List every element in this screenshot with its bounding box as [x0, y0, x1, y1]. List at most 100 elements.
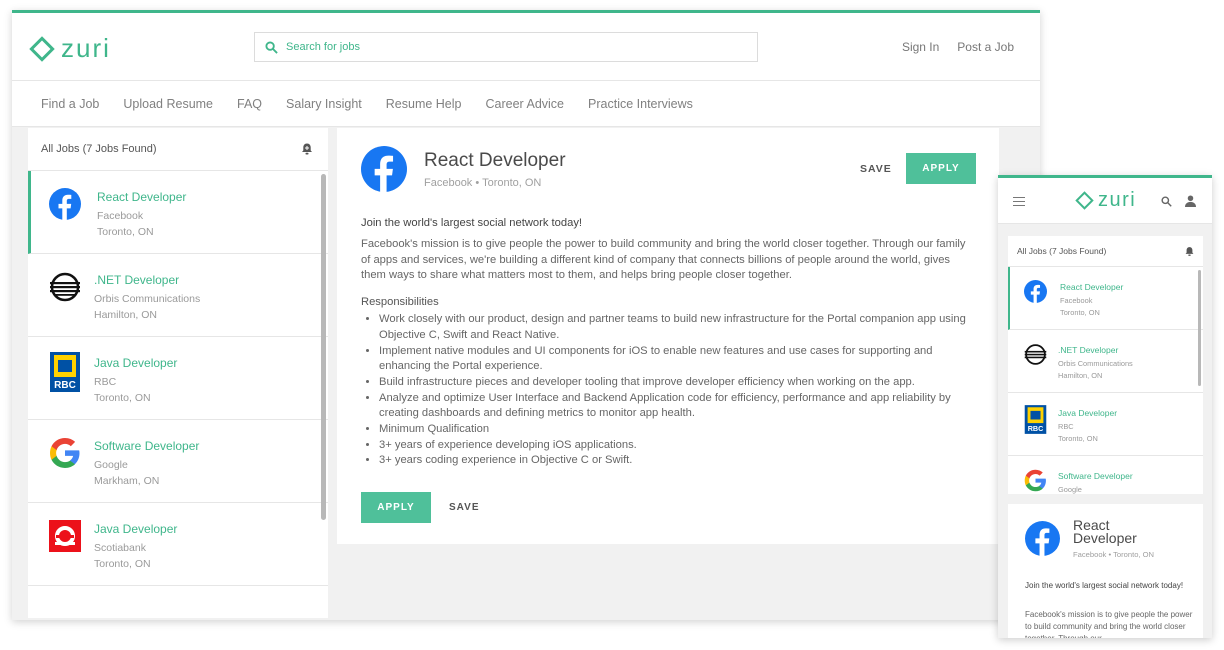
svg-text:RBC: RBC — [54, 380, 76, 391]
job-location: Toronto, ON — [1060, 308, 1100, 317]
apply-button[interactable]: APPLY — [906, 153, 976, 184]
job-detail-subtitle: Facebook • Toronto, ON — [424, 177, 542, 189]
user-icon[interactable] — [1185, 195, 1196, 207]
job-list-item[interactable]: React Developer Facebook Toronto, ON — [28, 171, 328, 254]
search-input[interactable] — [286, 41, 726, 53]
bell-alert-icon[interactable] — [300, 142, 314, 156]
job-detail-title: React Developer — [1073, 517, 1137, 546]
mobile-window: zuri All Jobs (7 Jobs Found) React Devel… — [998, 175, 1212, 638]
job-intro: Join the world's largest social network … — [361, 217, 583, 229]
search-bar[interactable] — [254, 32, 758, 62]
list-scrollbar[interactable] — [1198, 270, 1201, 386]
list-scrollbar[interactable] — [321, 174, 326, 520]
job-title: .NET Developer — [94, 273, 180, 287]
job-list-panel: All Jobs (7 Jobs Found) React Developer … — [28, 128, 328, 618]
responsibility-item: Analyze and optimize User Interface and … — [379, 391, 975, 422]
logo-text: zuri — [61, 33, 111, 63]
job-company: RBC — [1058, 422, 1074, 431]
job-company: Scotiabank — [94, 542, 146, 554]
search-icon[interactable] — [1161, 196, 1172, 207]
job-list-item[interactable]: RBC Java Developer RBC Toronto, ON — [28, 337, 328, 420]
job-company: Facebook — [97, 210, 144, 222]
job-list-item[interactable]: .NET Developer Orbis Communications Hami… — [28, 254, 328, 337]
job-company: Facebook — [1060, 296, 1093, 305]
job-list-item[interactable]: .NET Developer Orbis Communications Hami… — [1008, 330, 1203, 393]
job-location: Hamilton, ON — [94, 309, 158, 321]
diamond-logo-icon — [1075, 191, 1094, 210]
google-logo-icon — [1024, 469, 1046, 492]
job-title: Java Developer — [94, 356, 178, 370]
job-list-item[interactable]: Software Developer Google Markham, ON — [28, 420, 328, 503]
job-list-item[interactable]: RBC Java Developer RBC Toronto, ON — [1008, 393, 1203, 456]
facebook-logo-icon — [1024, 280, 1047, 303]
responsibility-item: Implement native modules and UI componen… — [379, 344, 975, 375]
job-company: Google — [94, 459, 128, 471]
zuri-logo[interactable]: zuri — [1075, 189, 1136, 212]
job-location: Toronto, ON — [94, 392, 151, 404]
job-title: Software Developer — [1058, 471, 1133, 481]
job-detail-panel: React Developer Facebook • Toronto, ON S… — [337, 128, 999, 544]
rbc-logo-icon: RBC — [1024, 405, 1047, 434]
responsibility-item: Work closely with our product, design an… — [379, 312, 975, 343]
zuri-logo[interactable]: zuri — [29, 33, 111, 64]
search-icon — [265, 40, 278, 54]
jobs-count-heading: All Jobs (7 Jobs Found) — [41, 143, 157, 155]
jobs-count-heading: All Jobs (7 Jobs Found) — [1017, 246, 1107, 256]
job-location: Toronto, ON — [97, 226, 154, 238]
google-logo-icon — [50, 438, 80, 468]
svg-text:RBC: RBC — [1028, 425, 1044, 433]
mobile-job-detail: React Developer Facebook • Toronto, ON J… — [1008, 504, 1203, 638]
logo-text: zuri — [1098, 189, 1137, 211]
mobile-top-bar: zuri — [998, 178, 1212, 224]
main-nav: Find a Job Upload Resume FAQ Salary Insi… — [12, 81, 1040, 127]
job-intro: Join the world's largest social network … — [1025, 581, 1184, 590]
job-description: Facebook's mission is to give people the… — [361, 238, 966, 282]
job-list-item[interactable]: Software Developer Google — [1008, 456, 1203, 494]
orbis-logo-icon — [50, 272, 80, 302]
job-title: Java Developer — [94, 522, 178, 536]
nav-practice-interviews[interactable]: Practice Interviews — [588, 97, 693, 111]
facebook-logo-icon — [49, 188, 81, 220]
job-location: Markham, ON — [94, 475, 160, 487]
nav-faq[interactable]: FAQ — [237, 97, 262, 111]
save-button-bottom[interactable]: SAVE — [449, 502, 480, 513]
orbis-logo-icon — [1024, 344, 1047, 365]
job-company: Orbis Communications — [94, 293, 201, 305]
responsibilities-list: Work closely with our product, design an… — [361, 312, 975, 469]
nav-resume-help[interactable]: Resume Help — [386, 97, 462, 111]
bell-alert-icon[interactable] — [1184, 246, 1195, 257]
responsibility-item: 3+ years of experience developing iOS ap… — [379, 438, 975, 454]
responsibilities-heading: Responsibilities — [361, 296, 439, 309]
job-list-item[interactable]: React Developer Facebook Toronto, ON — [1008, 267, 1203, 330]
save-button[interactable]: SAVE — [860, 163, 892, 175]
apply-button-bottom[interactable]: APPLY — [361, 492, 431, 524]
scotiabank-logo-icon — [49, 520, 81, 552]
facebook-logo-icon — [361, 146, 407, 192]
job-location: Toronto, ON — [1058, 434, 1098, 443]
nav-salary-insight[interactable]: Salary Insight — [286, 97, 362, 111]
job-title: React Developer — [1060, 282, 1124, 292]
facebook-logo-icon — [1025, 521, 1060, 556]
top-bar: zuri Sign In Post a Job — [12, 13, 1040, 81]
nav-find-a-job[interactable]: Find a Job — [41, 97, 99, 111]
job-title: Java Developer — [1058, 408, 1118, 418]
hamburger-menu-icon[interactable] — [1013, 197, 1025, 206]
nav-career-advice[interactable]: Career Advice — [486, 97, 565, 111]
job-detail-title: React Developer — [424, 150, 566, 171]
job-title: React Developer — [97, 190, 187, 204]
job-description: Facebook's mission is to give people the… — [1025, 610, 1193, 638]
job-company: Google — [1058, 485, 1082, 494]
job-list-item[interactable]: Java Developer Scotiabank Toronto, ON — [28, 503, 328, 586]
job-detail-subtitle: Facebook • Toronto, ON — [1073, 550, 1155, 559]
job-title: .NET Developer — [1058, 345, 1119, 355]
job-title: Software Developer — [94, 439, 200, 453]
responsibility-item: Minimum Qualification — [379, 422, 975, 438]
job-location: Hamilton, ON — [1058, 371, 1103, 380]
sign-in-link[interactable]: Sign In — [902, 40, 939, 54]
nav-upload-resume[interactable]: Upload Resume — [123, 97, 213, 111]
rbc-logo-icon: RBC — [50, 352, 80, 392]
mobile-job-list: All Jobs (7 Jobs Found) React Developer … — [1008, 236, 1203, 494]
post-job-link[interactable]: Post a Job — [957, 40, 1014, 54]
job-company: RBC — [94, 376, 117, 388]
diamond-logo-icon — [29, 35, 55, 62]
